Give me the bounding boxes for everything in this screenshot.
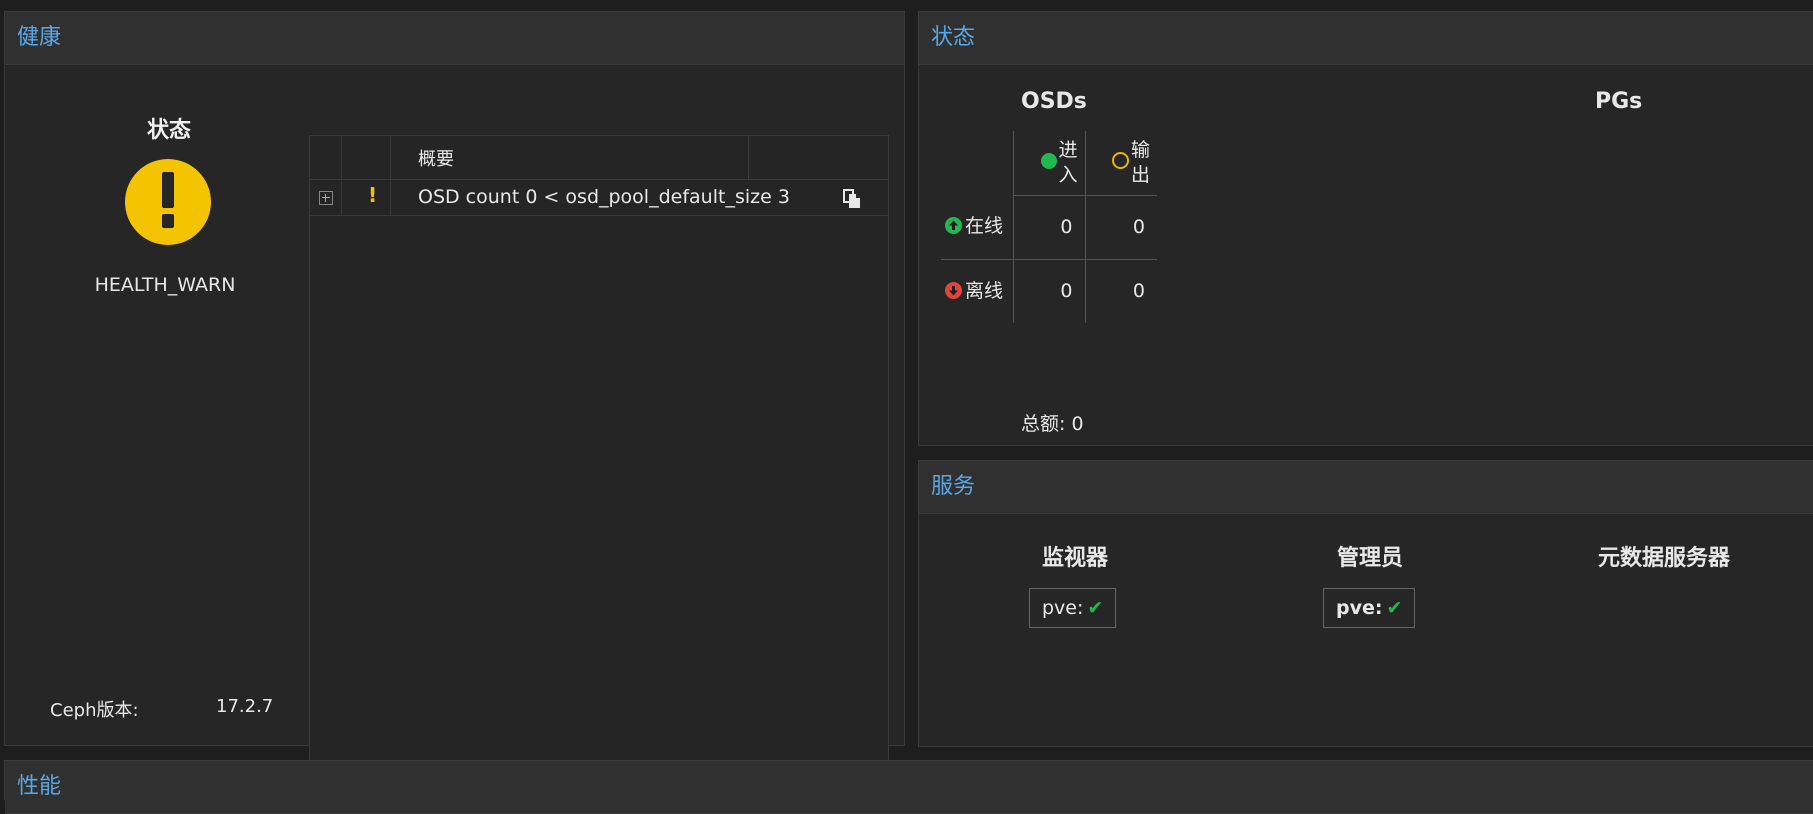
performance-panel-title: 性能 bbox=[5, 761, 1813, 814]
up-out-count: 0 bbox=[1085, 195, 1157, 260]
osds-heading: OSDs bbox=[1021, 89, 1087, 114]
column-header-summary[interactable]: 概要 bbox=[418, 145, 454, 171]
ceph-version-label: Ceph版本: bbox=[50, 700, 139, 721]
down-out-count: 0 bbox=[1132, 280, 1145, 303]
monitor-service-pve[interactable]: pve: ✔ bbox=[1029, 588, 1117, 628]
arrow-down-icon bbox=[945, 281, 962, 299]
services-panel-body: 监视器 管理员 元数据服务器 pve: ✔ pve: ✔ bbox=[919, 514, 1813, 746]
services-panel: 服务 监视器 管理员 元数据服务器 pve: ✔ pve: ✔ bbox=[918, 460, 1813, 747]
health-checks-grid: 概要 ! OSD count 0 < osd_pool_default_size… bbox=[309, 135, 889, 780]
health-panel-body: 状态 HEALTH_WARN Ceph版本: 17.2.7 概要 ! OSD c… bbox=[5, 65, 904, 780]
out-ring-icon bbox=[1112, 152, 1129, 170]
grid-header: 概要 bbox=[310, 136, 888, 180]
column-out: 输出 bbox=[1085, 131, 1157, 196]
manager-node-label: pve: bbox=[1336, 597, 1383, 619]
status-panel-title: 状态 bbox=[919, 12, 1813, 65]
row-up: 在线 bbox=[941, 195, 1014, 260]
manager-service-pve[interactable]: pve: ✔ bbox=[1323, 588, 1416, 628]
in-dot-icon bbox=[1040, 153, 1057, 170]
health-status-heading: 状态 bbox=[147, 118, 192, 143]
up-in-count: 0 bbox=[1013, 195, 1086, 260]
monitor-node-label: pve: bbox=[1042, 597, 1084, 619]
managers-heading: 管理员 bbox=[1337, 546, 1404, 571]
health-status-value: HEALTH_WARN bbox=[94, 274, 236, 296]
arrow-up-icon bbox=[945, 217, 962, 235]
status-panel: 状态 OSDs PGs 进入 输出 在线 0 0 离线 0 0 总额: 0 bbox=[918, 11, 1813, 446]
severity-warning-icon: ! bbox=[368, 183, 378, 207]
services-panel-title: 服务 bbox=[919, 461, 1813, 514]
copy-icon[interactable] bbox=[841, 187, 863, 209]
expand-row-icon[interactable] bbox=[319, 191, 333, 205]
row-down: 离线 bbox=[941, 259, 1014, 323]
mds-heading: 元数据服务器 bbox=[1598, 546, 1731, 571]
down-in-count: 0 bbox=[1013, 259, 1086, 323]
health-check-summary: OSD count 0 < osd_pool_default_size 3 bbox=[418, 186, 790, 208]
osd-total: 总额: 0 bbox=[1021, 413, 1084, 435]
health-panel: 健康 状态 HEALTH_WARN Ceph版本: 17.2.7 概要 ! OS… bbox=[4, 11, 905, 780]
warning-icon bbox=[125, 159, 211, 245]
health-panel-title: 健康 bbox=[5, 12, 904, 65]
osd-status-table: 进入 输出 在线 0 0 离线 0 0 bbox=[941, 131, 1157, 323]
pgs-heading: PGs bbox=[1595, 89, 1643, 114]
monitors-heading: 监视器 bbox=[1042, 546, 1109, 571]
ceph-version-value: 17.2.7 bbox=[216, 696, 274, 717]
check-icon: ✔ bbox=[1087, 597, 1104, 619]
check-icon: ✔ bbox=[1386, 597, 1403, 619]
performance-panel: 性能 bbox=[4, 760, 1813, 814]
status-panel-body: OSDs PGs 进入 输出 在线 0 0 离线 0 0 总额: 0 bbox=[919, 65, 1813, 445]
table-row[interactable]: ! OSD count 0 < osd_pool_default_size 3 bbox=[310, 180, 888, 216]
column-in: 进入 bbox=[1013, 131, 1086, 196]
